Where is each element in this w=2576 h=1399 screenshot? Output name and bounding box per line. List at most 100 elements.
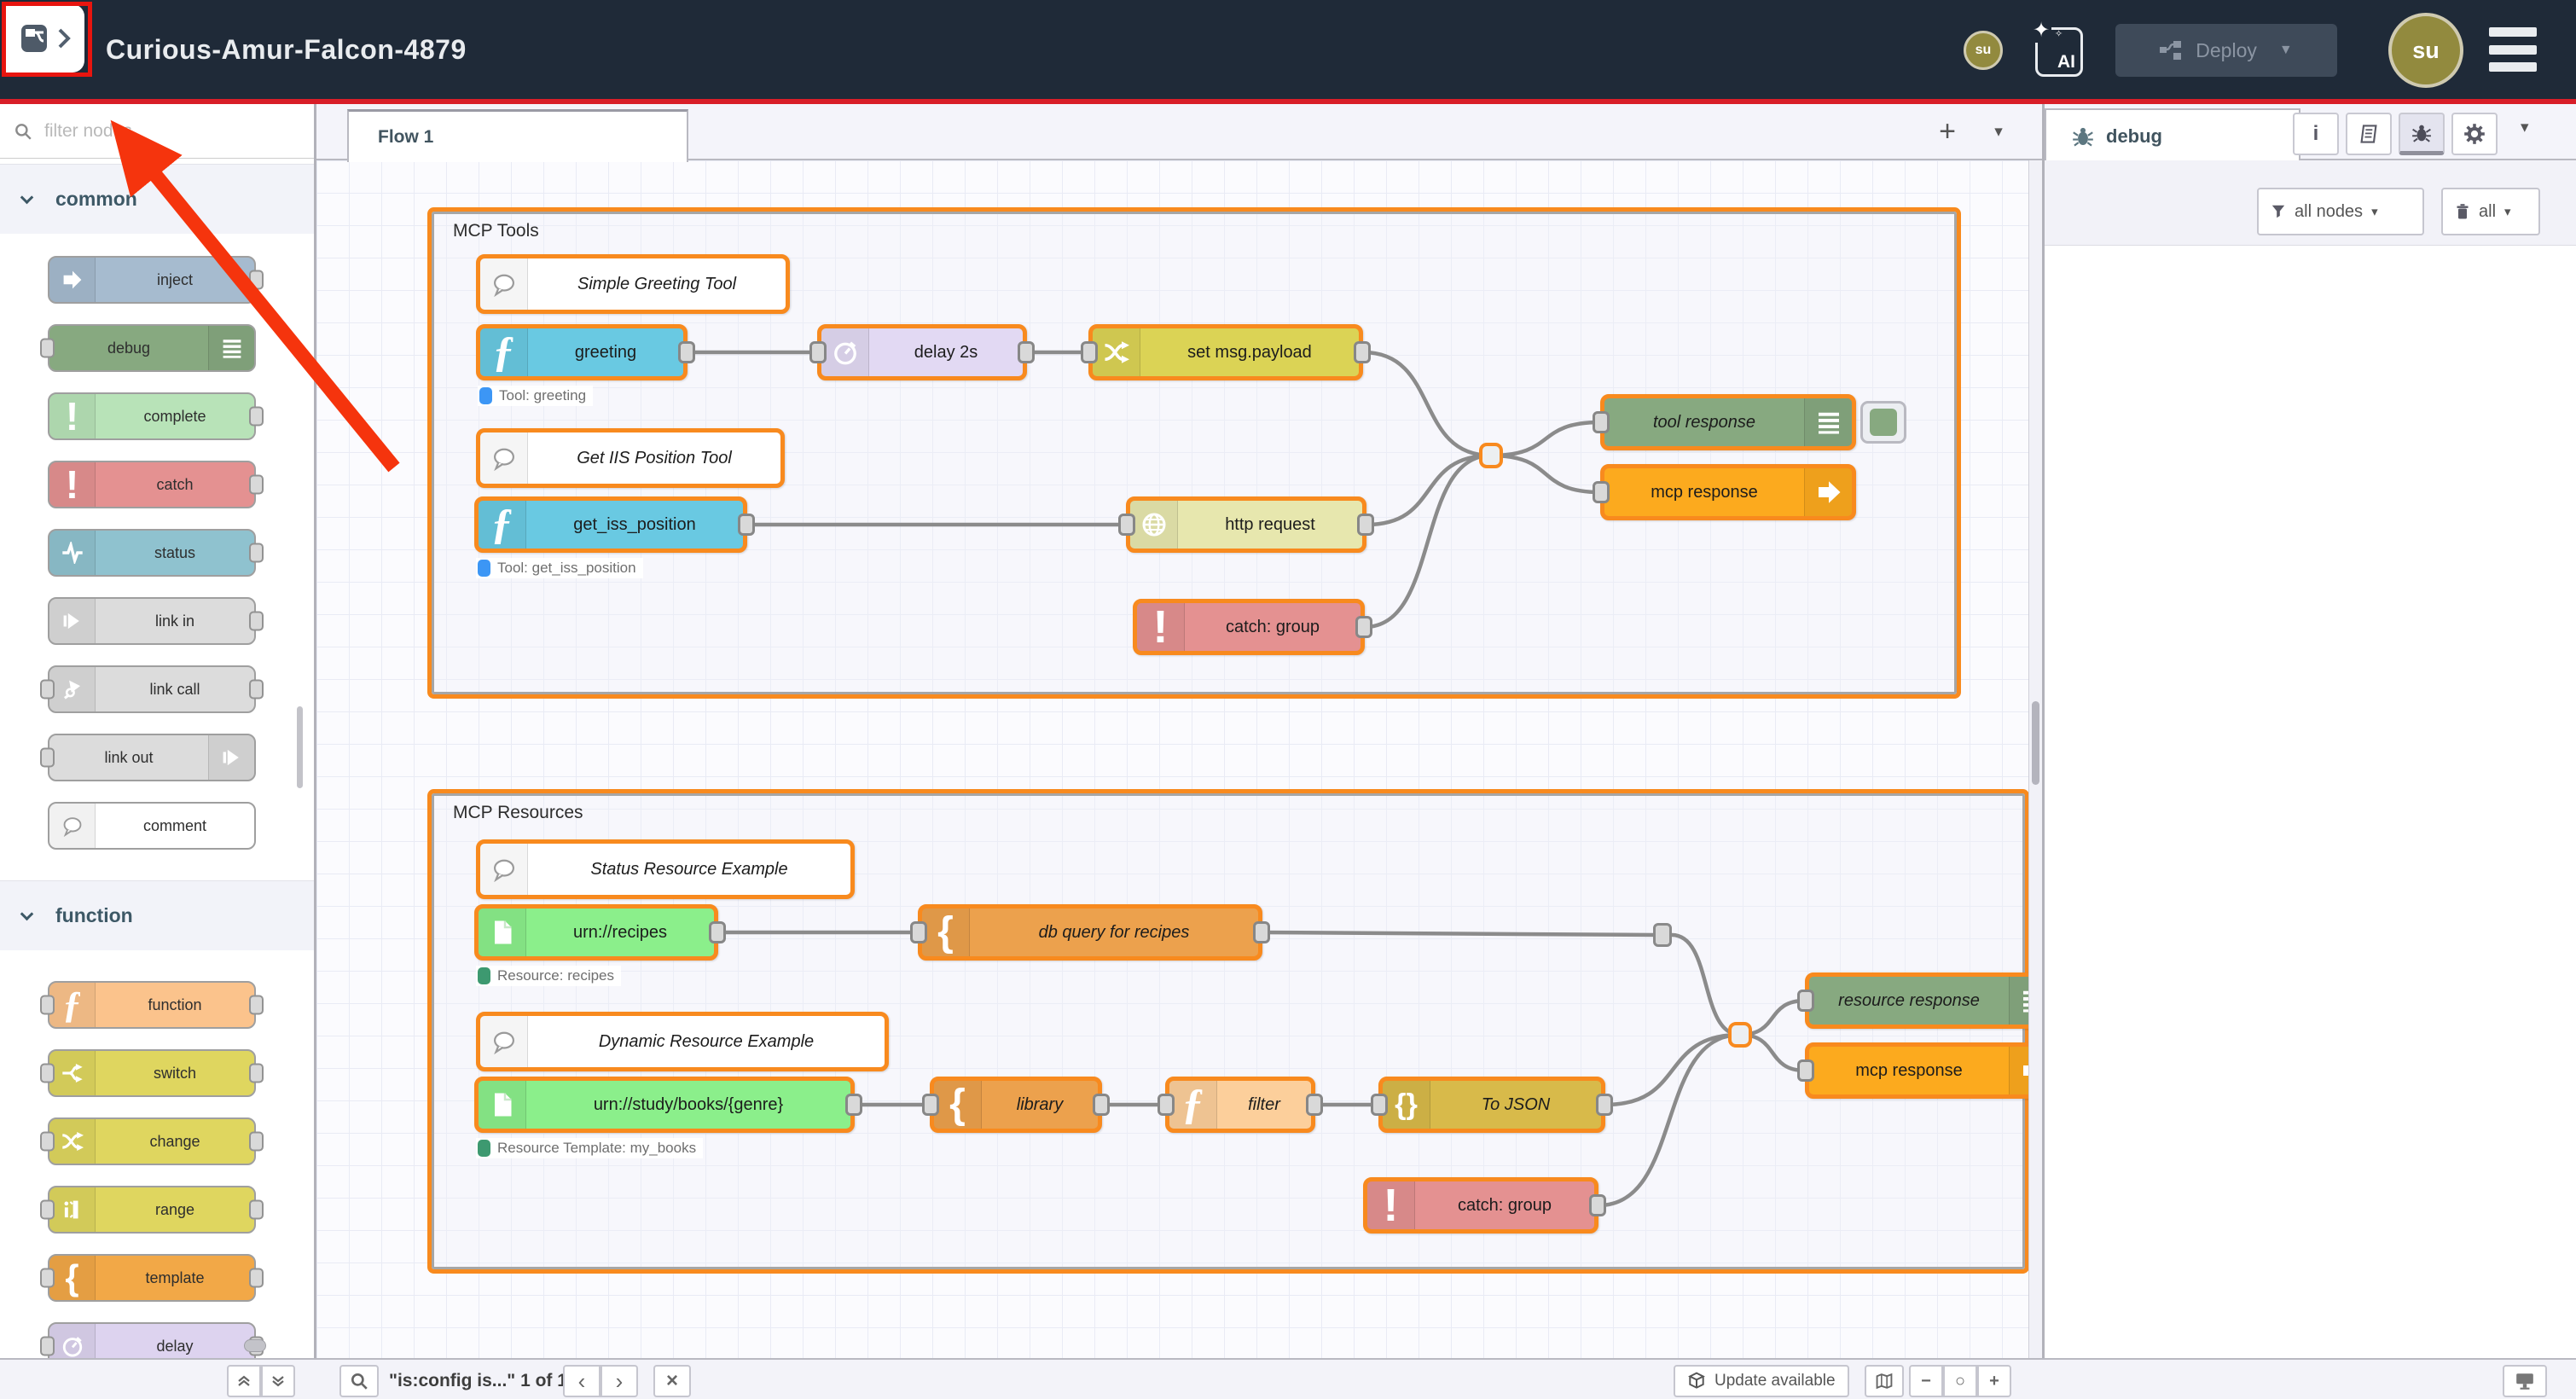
input-port[interactable] xyxy=(40,1200,55,1220)
output-port[interactable] xyxy=(1355,616,1372,638)
output-port[interactable] xyxy=(249,680,264,700)
palette-node-link-out[interactable]: link out xyxy=(48,734,256,781)
palette-node-inject[interactable]: inject xyxy=(48,256,256,304)
input-port[interactable] xyxy=(40,1132,55,1152)
ai-assistant-button[interactable]: ✦ ✧ AI xyxy=(2035,27,2083,77)
main-menu-button[interactable] xyxy=(2489,27,2537,72)
collaborator-avatar[interactable]: su xyxy=(1964,31,2003,70)
config-tab-button[interactable] xyxy=(2451,113,2498,155)
wire[interactable] xyxy=(1262,932,1653,935)
flow-node-catch-group-1[interactable]: !catch: group xyxy=(1133,599,1365,655)
search-prev-button[interactable]: ‹ xyxy=(563,1365,600,1397)
debug-toggle-button[interactable] xyxy=(1860,401,1906,444)
add-flow-button[interactable]: + xyxy=(1929,111,1966,152)
debug-tab-button[interactable] xyxy=(2399,113,2445,155)
input-port[interactable] xyxy=(1797,990,1814,1012)
palette-node-link-in[interactable]: link in xyxy=(48,597,256,645)
palette-filter-input[interactable]: filter nodes xyxy=(0,104,315,159)
palette-node-switch[interactable]: switch xyxy=(48,1049,256,1097)
output-port[interactable] xyxy=(678,341,695,363)
flow-node-mcp-response-link-1[interactable]: mcp response xyxy=(1600,464,1856,520)
input-port[interactable] xyxy=(1371,1094,1388,1116)
search-next-button[interactable]: › xyxy=(600,1365,638,1397)
flow-node-get-iss-position-function[interactable]: ƒget_iss_position xyxy=(474,496,747,553)
wire[interactable] xyxy=(1366,456,1491,525)
flow-node-db-query-for-recipes[interactable]: {db query for recipes xyxy=(918,904,1262,961)
flow-node-filter[interactable]: ƒfilter xyxy=(1165,1077,1315,1133)
input-port[interactable] xyxy=(40,339,55,358)
canvas-scrollbar-thumb[interactable] xyxy=(2032,701,2039,785)
search-close-button[interactable]: × xyxy=(653,1365,691,1397)
palette-node-function[interactable]: ƒfunction xyxy=(48,981,256,1029)
output-port[interactable] xyxy=(249,543,264,563)
flow-list-caret-icon[interactable]: ▾ xyxy=(1981,111,2016,152)
output-port[interactable] xyxy=(1589,1194,1606,1216)
output-port[interactable] xyxy=(1357,514,1374,536)
output-port[interactable] xyxy=(1354,341,1371,363)
flow-node-delay-2s[interactable]: delay 2s xyxy=(817,324,1027,380)
flow-node-tool-response-debug[interactable]: tool response xyxy=(1600,394,1856,450)
flow-node-simple-greeting-tool-comment[interactable]: Simple Greeting Tool xyxy=(476,254,790,314)
flow-node-catch-group-2[interactable]: !catch: group xyxy=(1363,1177,1598,1234)
palette-section-function[interactable]: function xyxy=(0,880,315,950)
input-port[interactable] xyxy=(40,748,55,768)
output-port[interactable] xyxy=(249,270,264,290)
user-avatar[interactable]: su xyxy=(2388,13,2463,88)
palette-node-template[interactable]: {template xyxy=(48,1254,256,1302)
debug-clear-dropdown[interactable]: all ▾ xyxy=(2441,188,2540,235)
palette-section-common[interactable]: common xyxy=(0,164,315,234)
output-port[interactable] xyxy=(1093,1094,1110,1116)
palette-node-complete[interactable]: !complete xyxy=(48,392,256,440)
debug-filter-nodes-dropdown[interactable]: all nodes ▾ xyxy=(2257,188,2424,235)
wire[interactable] xyxy=(1605,1035,1740,1105)
deploy-caret-icon[interactable]: ▼ xyxy=(2279,43,2293,58)
info-tab-button[interactable]: i xyxy=(2293,113,2339,155)
palette-node-status[interactable]: status xyxy=(48,529,256,577)
flow-node-library[interactable]: {library xyxy=(930,1077,1102,1133)
flow-canvas[interactable]: MCP ToolsMCP ResourcesSimple Greeting To… xyxy=(316,160,2028,1358)
zoom-reset-button[interactable]: ○ xyxy=(1943,1365,1977,1397)
output-port[interactable] xyxy=(845,1094,862,1116)
input-port[interactable] xyxy=(1081,341,1098,363)
output-port[interactable] xyxy=(249,1064,264,1083)
palette-scrollbar-thumb[interactable] xyxy=(297,706,303,788)
canvas-scrollbar[interactable] xyxy=(2028,160,2042,1358)
flow-node-to-json[interactable]: {}To JSON xyxy=(1378,1077,1605,1133)
wire[interactable] xyxy=(1491,422,1600,456)
zoom-out-button[interactable]: − xyxy=(1909,1365,1943,1397)
output-port[interactable] xyxy=(1306,1094,1323,1116)
sidebar-menu-caret-icon[interactable]: ▾ xyxy=(2521,118,2529,137)
palette-collapse-down-button[interactable] xyxy=(261,1365,295,1397)
palette-collapse-up-button[interactable] xyxy=(227,1365,261,1397)
palette-canvas-divider[interactable] xyxy=(314,104,316,1399)
output-port[interactable] xyxy=(709,921,726,943)
palette-node-comment[interactable]: comment xyxy=(48,802,256,850)
flow-node-mcp-response-link-2[interactable]: mcp response xyxy=(1805,1042,2028,1099)
flow-node-http-request[interactable]: http request xyxy=(1126,496,1366,553)
wire[interactable] xyxy=(1672,935,1740,1035)
output-port[interactable] xyxy=(1596,1094,1613,1116)
junction-j2[interactable] xyxy=(1728,1022,1752,1048)
help-tab-button[interactable] xyxy=(2346,113,2392,155)
input-port[interactable] xyxy=(922,1094,939,1116)
wire[interactable] xyxy=(1491,456,1600,492)
input-port[interactable] xyxy=(40,680,55,700)
input-port[interactable] xyxy=(910,921,927,943)
palette-node-link-call[interactable]: link call xyxy=(48,665,256,713)
canvas-sidebar-divider[interactable] xyxy=(2042,104,2045,1399)
output-port[interactable] xyxy=(249,1200,264,1220)
horizontal-scrollbar-thumb[interactable] xyxy=(244,1339,266,1352)
minimap-button[interactable] xyxy=(1865,1365,1904,1397)
input-port[interactable] xyxy=(1593,411,1610,433)
wire[interactable] xyxy=(1598,1035,1740,1205)
flow-node-status-resource-example-comment[interactable]: Status Resource Example xyxy=(476,839,855,899)
flow-node-dynamic-resource-example-comment[interactable]: Dynamic Resource Example xyxy=(476,1012,889,1071)
wire[interactable] xyxy=(1365,456,1491,627)
input-port[interactable] xyxy=(40,1064,55,1083)
output-port[interactable] xyxy=(1018,341,1035,363)
input-port[interactable] xyxy=(40,1268,55,1288)
output-port[interactable] xyxy=(738,514,755,536)
flow-node-urn-recipes[interactable]: urn://recipes xyxy=(474,904,718,961)
flow-node-urn-study-books-genre[interactable]: urn://study/books/{genre} xyxy=(474,1077,855,1133)
update-available-button[interactable]: Update available xyxy=(1674,1365,1849,1397)
